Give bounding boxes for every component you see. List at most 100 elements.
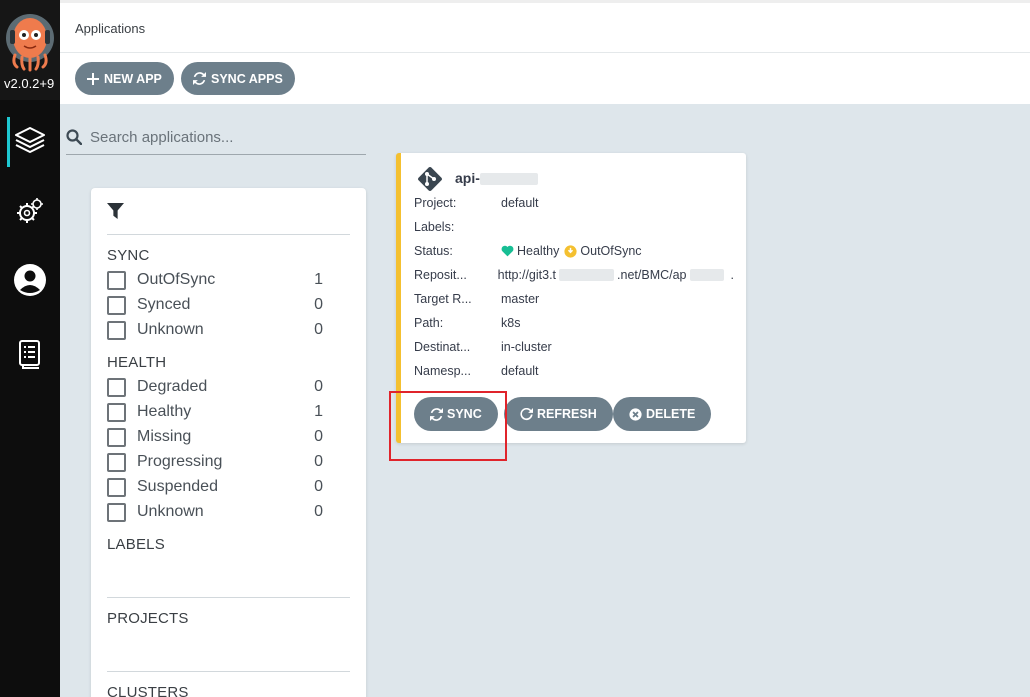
checkbox[interactable] [107, 270, 126, 290]
filter-label: Suspended [137, 478, 218, 495]
refresh-icon [520, 407, 533, 420]
checkbox[interactable] [107, 452, 126, 472]
redacted-text [559, 269, 615, 281]
sidebar-item-settings[interactable] [0, 186, 60, 236]
field-value: Healthy OutOfSync [501, 244, 642, 258]
sync-icon [193, 72, 206, 85]
docs-icon [19, 340, 40, 369]
repo-url-part: http://git3.t [497, 268, 557, 282]
field-key: Target R... [414, 292, 472, 306]
checkbox[interactable] [107, 477, 126, 497]
delete-button[interactable]: DELETE [613, 397, 712, 431]
argo-logo[interactable]: v2.0.2+9 [0, 0, 60, 100]
app-project-row: Project: default [414, 194, 734, 212]
delete-button-label: DELETE [646, 407, 696, 421]
filter-divider [107, 671, 350, 672]
filter-count: 0 [314, 428, 323, 445]
checkbox[interactable] [107, 402, 126, 422]
repo-url-part: . [730, 268, 734, 282]
filter-sync-synced[interactable]: Synced 0 [107, 294, 323, 316]
sidebar-item-applications[interactable] [0, 115, 60, 167]
app-name[interactable]: api- [455, 170, 538, 186]
checkbox[interactable] [107, 502, 126, 522]
field-key: Labels: [414, 220, 455, 234]
refresh-button[interactable]: REFRESH [504, 397, 613, 431]
field-key: Project: [414, 196, 457, 210]
filter-health-missing[interactable]: Missing 0 [107, 426, 323, 448]
filter-health-healthy[interactable]: Healthy 1 [107, 401, 323, 423]
filter-health-progressing[interactable]: Progressing 0 [107, 451, 323, 473]
filter-label: Unknown [137, 503, 204, 520]
checkbox[interactable] [107, 295, 126, 315]
app-status-row: Status: Healthy OutOfSync [414, 242, 734, 260]
checkbox[interactable] [107, 320, 126, 340]
filter-health-unknown[interactable]: Unknown 0 [107, 501, 323, 523]
filter-health-suspended[interactable]: Suspended 0 [107, 476, 323, 498]
filter-label: Healthy [137, 403, 192, 420]
gears-icon [17, 198, 43, 223]
sync-apps-label: SYNC APPS [211, 71, 283, 86]
field-value: in-cluster [501, 340, 552, 354]
filter-label: OutOfSync [137, 271, 216, 288]
filter-count: 1 [314, 403, 323, 420]
filter-divider [107, 234, 350, 235]
highlight-box [389, 391, 507, 461]
field-value: master [501, 292, 540, 306]
filter-sync-outofsync[interactable]: OutOfSync 1 [107, 269, 323, 291]
filter-health-degraded[interactable]: Degraded 0 [107, 376, 323, 398]
filter-count: 0 [314, 478, 323, 495]
app-destination-row: Destinat... in-cluster [414, 338, 734, 356]
version-label: v2.0.2+9 [4, 76, 55, 91]
filter-label: Degraded [137, 378, 208, 395]
sidebar-item-docs[interactable] [0, 329, 60, 379]
filter-icon [107, 203, 124, 219]
health-status: Healthy [517, 244, 560, 258]
top-bar-divider [60, 52, 1030, 53]
checkbox[interactable] [107, 377, 126, 397]
projects-section-title: PROJECTS [107, 610, 189, 627]
app-repository-row: Reposit... http://git3.t .net/BMC/ap. [414, 266, 734, 284]
search-input[interactable] [90, 128, 350, 146]
sync-section-title: SYNC [107, 247, 150, 264]
clusters-section-title: CLUSTERS [107, 684, 189, 697]
sync-apps-button[interactable]: SYNC APPS [181, 62, 295, 95]
filter-count: 0 [314, 321, 323, 338]
out-of-sync-icon [564, 244, 577, 258]
labels-section-title: LABELS [107, 536, 165, 553]
app-namespace-row: Namesp... default [414, 362, 734, 380]
filter-label: Missing [137, 428, 192, 445]
filter-label: Progressing [137, 453, 223, 470]
field-key: Reposit... [414, 268, 467, 282]
app-name-text: api- [455, 170, 480, 186]
app-path-row: Path: k8s [414, 314, 734, 332]
user-circle-icon [14, 264, 46, 296]
repo-url-part: .net/BMC/ap [617, 268, 687, 282]
top-bar: Applications NEW APP SYNC APPS [60, 0, 1030, 104]
page-title: Applications [75, 21, 146, 36]
new-app-label: NEW APP [104, 71, 162, 86]
field-value: k8s [501, 316, 521, 330]
sync-status: OutOfSync [580, 244, 642, 258]
close-circle-icon [629, 407, 642, 421]
redacted-text [479, 173, 538, 186]
filters-panel: SYNC OutOfSync 1 Synced 0 Unknown 0 HEALTH … [91, 188, 366, 697]
search-box[interactable] [66, 120, 366, 155]
field-key: Path: [414, 316, 444, 330]
health-section-title: HEALTH [107, 354, 167, 371]
checkbox[interactable] [107, 427, 126, 447]
field-key: Destinat... [414, 340, 471, 354]
app-labels-row: Labels: [414, 218, 734, 236]
filter-sync-unknown[interactable]: Unknown 0 [107, 319, 323, 341]
field-value: http://git3.t .net/BMC/ap. [498, 268, 734, 282]
filter-count: 0 [314, 453, 323, 470]
new-app-button[interactable]: NEW APP [75, 62, 174, 95]
sidebar: v2.0.2+9 [0, 0, 60, 697]
sidebar-item-user-info[interactable] [0, 255, 60, 305]
filter-count: 0 [314, 296, 323, 313]
refresh-button-label: REFRESH [537, 407, 597, 421]
git-icon [418, 167, 442, 191]
field-key: Namesp... [414, 364, 471, 378]
filter-label: Synced [137, 296, 191, 313]
field-key: Status: [414, 244, 453, 258]
search-icon [66, 129, 82, 145]
